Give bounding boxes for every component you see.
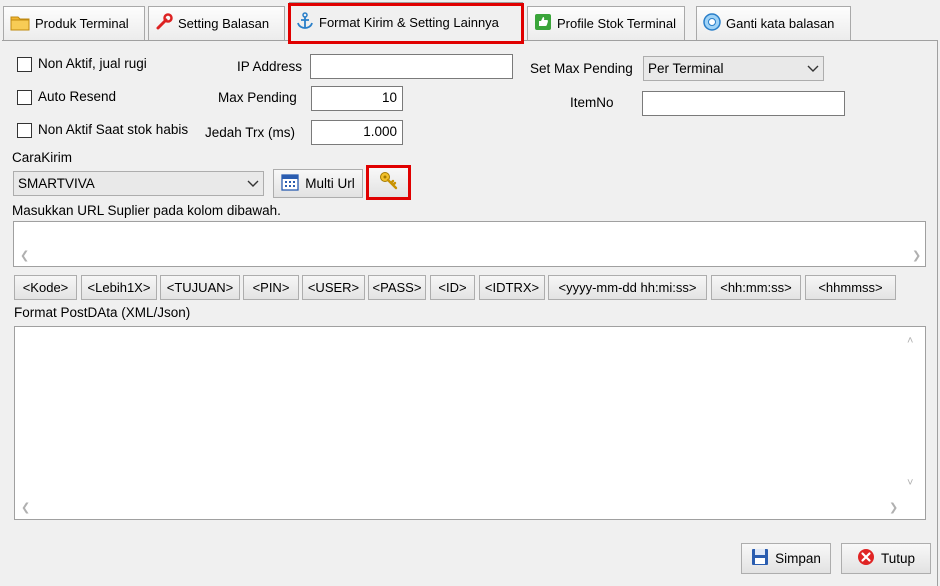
non-aktif-stok-habis-checkbox[interactable] <box>17 123 32 138</box>
itemno-label: ItemNo <box>570 95 614 110</box>
tab-label: Ganti kata balasan <box>726 16 835 31</box>
panel-right-border <box>937 40 938 586</box>
url-hint-label: Masukkan URL Suplier pada kolom dibawah. <box>12 203 281 218</box>
tutup-button[interactable]: Tutup <box>841 543 931 574</box>
tab-setting-balasan[interactable]: Setting Balasan <box>148 6 285 40</box>
simpan-button[interactable]: Simpan <box>741 543 831 574</box>
tag-pass-button[interactable]: <PASS> <box>368 275 426 300</box>
simpan-label: Simpan <box>775 551 821 566</box>
ip-address-label: IP Address <box>237 59 303 74</box>
auto-resend-checkbox[interactable] <box>17 90 32 105</box>
tab-profile-stok[interactable]: Profile Stok Terminal <box>527 6 685 40</box>
cara-kirim-select[interactable]: SMARTVIVA <box>13 171 264 196</box>
auto-resend-label: Auto Resend <box>38 89 117 104</box>
close-icon <box>857 548 875 569</box>
max-pending-label: Max Pending <box>218 90 297 105</box>
thumbs-up-icon <box>534 13 552 34</box>
cara-kirim-label: CaraKirim <box>12 150 73 165</box>
chevron-down-icon <box>807 61 819 76</box>
postdata-label: Format PostDAta (XML/Json) <box>14 305 191 320</box>
tab-ganti-kata[interactable]: Ganti kata balasan <box>696 6 851 40</box>
tab-format-kirim[interactable]: Format Kirim & Setting Lainnya <box>289 2 523 41</box>
key-button[interactable] <box>366 165 411 200</box>
scroll-left-icon[interactable]: ❮ <box>20 249 29 262</box>
wrench-icon <box>155 13 173 34</box>
cara-kirim-value: SMARTVIVA <box>18 176 95 191</box>
postdata-textarea[interactable]: ˄ ˅ ❮ ❯ <box>14 326 926 520</box>
set-max-pending-value: Per Terminal <box>648 61 724 76</box>
tab-produk-terminal[interactable]: Produk Terminal <box>3 6 145 40</box>
scroll-left-icon[interactable]: ❮ <box>21 501 30 514</box>
tab-label: Setting Balasan <box>178 16 270 31</box>
itemno-input[interactable] <box>642 91 845 116</box>
ip-address-input[interactable] <box>310 54 513 79</box>
scroll-right-icon[interactable]: ❯ <box>889 501 898 514</box>
tag-lebih1x-button[interactable]: <Lebih1X> <box>81 275 157 300</box>
tag-hhmmss-button[interactable]: <hhmmss> <box>805 275 896 300</box>
cd-icon <box>703 13 721 34</box>
jedah-trx-label: Jedah Trx (ms) <box>205 125 296 140</box>
tag-idtrx-button[interactable]: <IDTRX> <box>479 275 545 300</box>
tag-kode-button[interactable]: <Kode> <box>14 275 77 300</box>
scroll-right-icon[interactable]: ❯ <box>912 249 921 262</box>
scroll-down-icon[interactable]: ˅ <box>907 477 913 489</box>
chevron-down-icon <box>247 176 259 191</box>
calendar-icon <box>281 173 299 194</box>
tab-label: Format Kirim & Setting Lainnya <box>319 14 499 30</box>
tutup-label: Tutup <box>880 551 916 566</box>
multi-url-button[interactable]: Multi Url <box>273 169 363 198</box>
tab-label: Profile Stok Terminal <box>557 16 676 31</box>
tag-id-button[interactable]: <ID> <box>430 275 475 300</box>
max-pending-input[interactable]: 10 <box>311 86 403 111</box>
key-icon <box>379 171 399 194</box>
tag-user-button[interactable]: <USER> <box>302 275 365 300</box>
scroll-up-icon[interactable]: ˄ <box>907 335 913 347</box>
floppy-disk-icon <box>751 548 769 569</box>
tab-strip: Produk Terminal Setting Balasan Format K… <box>0 0 940 44</box>
non-aktif-jual-rugi-checkbox[interactable] <box>17 57 32 72</box>
non-aktif-jual-rugi-label: Non Aktif, jual rugi <box>38 56 147 71</box>
tag-tujuan-button[interactable]: <TUJUAN> <box>160 275 240 300</box>
multi-url-label: Multi Url <box>305 176 355 191</box>
set-max-pending-label: Set Max Pending <box>530 61 633 76</box>
non-aktif-stok-habis-label: Non Aktif Saat stok habis <box>38 122 189 137</box>
url-suplier-textbox[interactable]: ❮ ❯ <box>13 221 926 267</box>
jedah-trx-input[interactable]: 1.000 <box>311 120 403 145</box>
tag-datetime-button[interactable]: <yyyy-mm-dd hh:mi:ss> <box>548 275 707 300</box>
folder-icon <box>10 13 30 34</box>
set-max-pending-select[interactable]: Per Terminal <box>643 56 824 81</box>
tag-pin-button[interactable]: <PIN> <box>243 275 299 300</box>
anchor-icon <box>296 11 314 33</box>
tag-time-button[interactable]: <hh:mm:ss> <box>711 275 801 300</box>
tab-label: Produk Terminal <box>35 16 129 31</box>
